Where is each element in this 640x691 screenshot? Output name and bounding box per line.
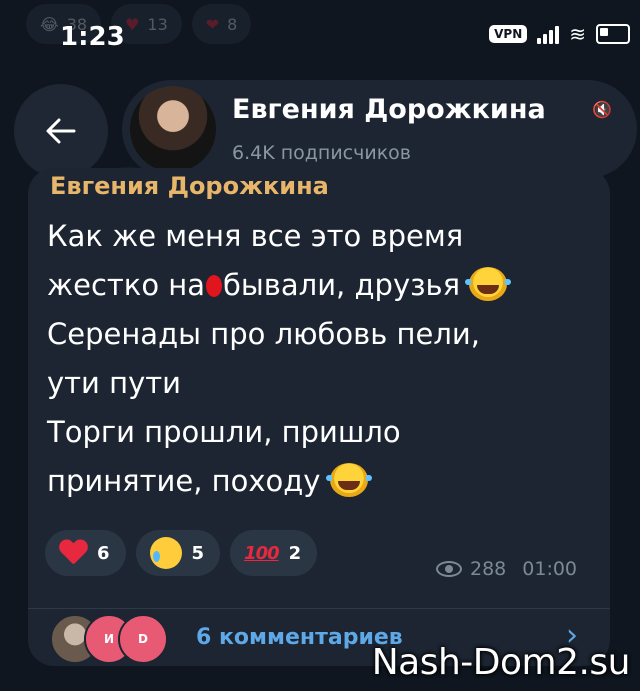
view-count: 288 xyxy=(470,558,507,580)
message-sender: Евгения Дорожкина xyxy=(50,172,329,200)
channel-title: Евгения Дорожкина xyxy=(232,94,546,125)
wifi-icon: ≋ xyxy=(569,22,586,46)
message-line: Серенады про любовь пели, xyxy=(47,317,480,351)
message-time: 01:00 xyxy=(522,558,578,580)
avatar: D xyxy=(118,614,168,664)
divider xyxy=(28,608,610,609)
reaction-crying[interactable]: 5 xyxy=(135,530,221,576)
laugh-icon: 😂 xyxy=(40,14,59,34)
battery-icon xyxy=(596,24,630,44)
eye-icon xyxy=(436,561,462,577)
hundred-icon: 100 xyxy=(244,542,280,564)
channel-avatar[interactable] xyxy=(130,86,216,172)
subscriber-count: 6.4K подписчиков xyxy=(232,142,411,164)
heart-icon: ♥ xyxy=(125,14,140,34)
crying-face-icon xyxy=(149,537,182,569)
laughing-emoji-icon xyxy=(325,463,372,497)
heart-fire-icon: ❤ xyxy=(205,14,220,34)
message-text: Как же меня все это время жестко на бывал… xyxy=(47,212,607,506)
arrow-left-icon xyxy=(46,118,76,144)
message-line: Как же меня все это время xyxy=(47,219,464,253)
message-reactions: 6 5 100 2 xyxy=(45,530,318,576)
status-icons: VPN ≋ xyxy=(489,22,630,46)
message-line: жестко на бывали, друзья xyxy=(47,261,607,310)
watermark: Nash-Dom2.su xyxy=(371,642,631,683)
status-time: 1:23 xyxy=(60,22,125,52)
reaction-heart-fire[interactable]: ❤ 8 xyxy=(191,4,252,44)
censor-dot xyxy=(206,275,223,297)
mute-icon: 🔇 xyxy=(592,100,612,119)
reaction-heart[interactable]: 6 xyxy=(45,530,126,576)
message-line: Торги прошли, пришло xyxy=(47,415,401,449)
laughing-emoji-icon xyxy=(465,267,512,301)
message-line: ути пути xyxy=(47,366,181,400)
back-button[interactable] xyxy=(14,84,108,178)
commenter-avatars: И D xyxy=(50,614,190,664)
message-line: принятие, походу xyxy=(47,457,607,506)
message-meta: 288 01:00 xyxy=(436,558,577,580)
reaction-hundred[interactable]: 100 2 xyxy=(230,530,318,576)
signal-icon xyxy=(537,24,560,44)
vpn-icon: VPN xyxy=(489,25,528,43)
heart-icon xyxy=(59,540,87,566)
